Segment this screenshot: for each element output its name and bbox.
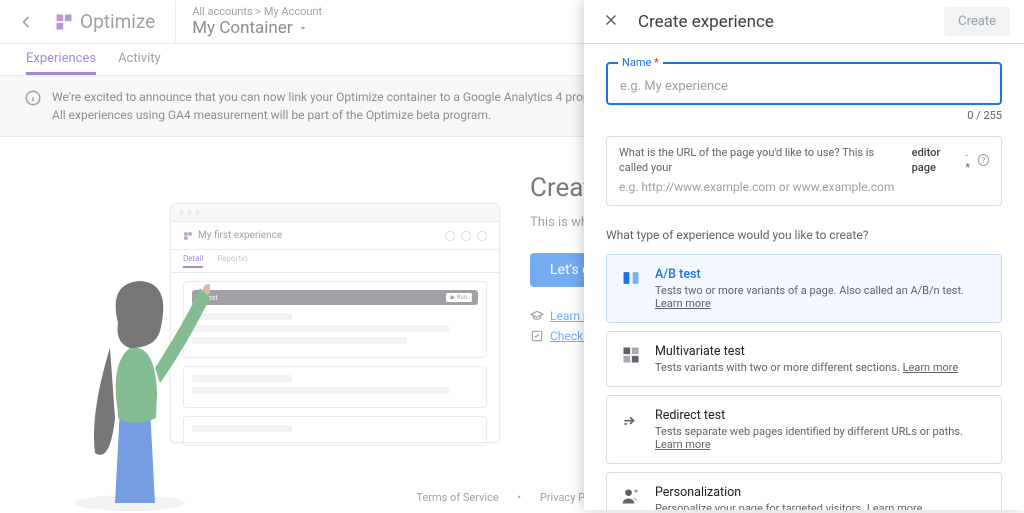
name-input[interactable] bbox=[620, 79, 988, 94]
type-question: What type of experience would you like t… bbox=[606, 228, 1002, 242]
drawer-title: Create experience bbox=[638, 12, 930, 32]
option-title: A/B test bbox=[655, 267, 987, 282]
help-icon[interactable]: ? bbox=[978, 154, 989, 166]
name-counter: 0 / 255 bbox=[606, 109, 1002, 122]
option-desc: Personalize your page for targeted visit… bbox=[655, 502, 923, 510]
close-icon[interactable] bbox=[598, 7, 624, 37]
url-input[interactable] bbox=[619, 180, 989, 194]
personalization-icon bbox=[621, 486, 641, 506]
multivariate-icon bbox=[621, 345, 641, 365]
name-field[interactable]: Name * bbox=[606, 62, 1002, 105]
drawer-body: Name * 0 / 255 What is the URL of the pa… bbox=[584, 44, 1024, 510]
option-desc: Tests two or more variants of a page. Al… bbox=[655, 284, 987, 310]
option-desc: Tests variants with two or more differen… bbox=[655, 361, 958, 374]
learn-more-link[interactable]: Learn more bbox=[867, 502, 923, 510]
option-title: Personalization bbox=[655, 485, 923, 500]
option-desc: Tests separate web pages identified by d… bbox=[655, 425, 987, 451]
drawer-header: Create experience Create bbox=[584, 0, 1024, 44]
option-personalization[interactable]: Personalization Personalize your page fo… bbox=[606, 472, 1002, 510]
create-button[interactable]: Create bbox=[944, 7, 1010, 36]
learn-more-link[interactable]: Learn more bbox=[655, 438, 711, 451]
learn-more-link[interactable]: Learn more bbox=[903, 361, 959, 374]
option-ab-test[interactable]: A/B test Tests two or more variants of a… bbox=[606, 254, 1002, 323]
ab-test-icon bbox=[621, 268, 641, 288]
name-label: Name * bbox=[618, 56, 663, 69]
url-field[interactable]: What is the URL of the page you'd like t… bbox=[606, 136, 1002, 206]
option-title: Multivariate test bbox=[655, 344, 958, 359]
url-label: What is the URL of the page you'd like t… bbox=[619, 145, 989, 176]
option-multivariate[interactable]: Multivariate test Tests variants with tw… bbox=[606, 331, 1002, 387]
option-title: Redirect test bbox=[655, 408, 987, 423]
redirect-icon bbox=[621, 409, 641, 429]
option-redirect[interactable]: Redirect test Tests separate web pages i… bbox=[606, 395, 1002, 464]
create-experience-drawer: Create experience Create Name * 0 / 255 … bbox=[584, 0, 1024, 510]
learn-more-link[interactable]: Learn more bbox=[655, 297, 711, 310]
